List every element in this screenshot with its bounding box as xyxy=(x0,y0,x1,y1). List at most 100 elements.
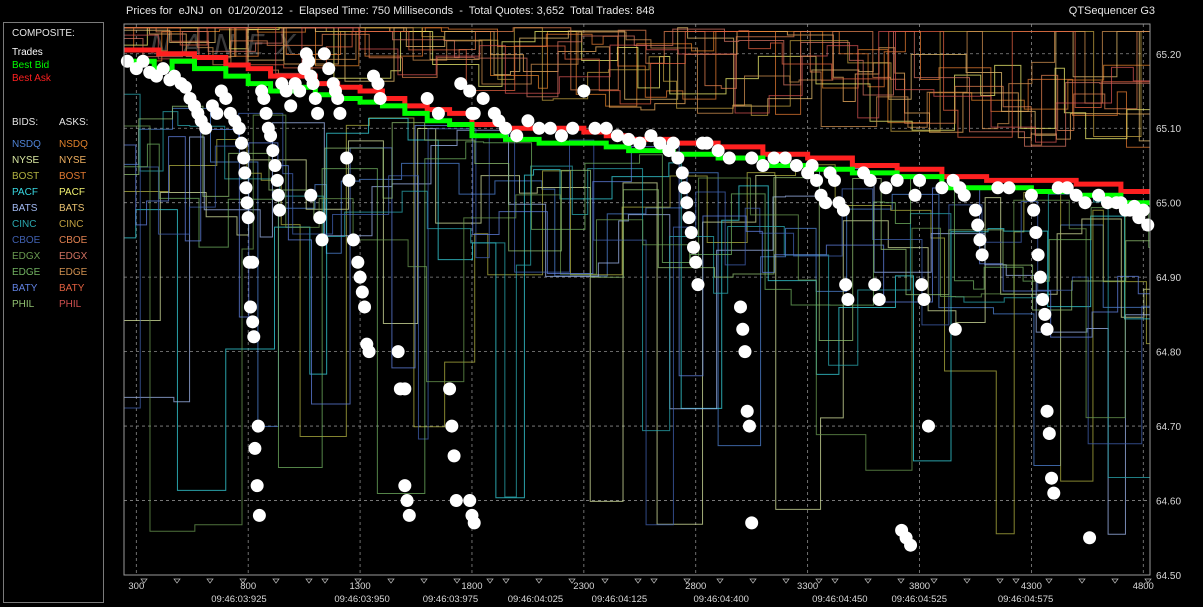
trade-point xyxy=(678,181,692,195)
trade-point xyxy=(420,91,434,105)
axis-marker xyxy=(453,578,461,584)
axis-marker xyxy=(749,578,757,584)
trade-point xyxy=(232,121,246,135)
trade-point xyxy=(1027,203,1041,217)
trade-point xyxy=(740,404,754,418)
trade-point xyxy=(250,479,264,493)
axis-marker xyxy=(864,578,872,584)
trade-point xyxy=(1042,427,1056,441)
trade-point xyxy=(431,106,445,120)
trade-point xyxy=(251,419,265,433)
trade-point xyxy=(398,382,412,396)
trade-point xyxy=(463,494,477,508)
trade-point xyxy=(890,173,904,187)
x-tick-label: 3800 xyxy=(909,581,930,592)
trade-point xyxy=(342,173,356,187)
x-tick-label: 4300 xyxy=(1021,581,1042,592)
trade-point xyxy=(358,300,372,314)
trade-point xyxy=(373,91,387,105)
trade-point xyxy=(689,255,703,269)
trade-point xyxy=(756,158,770,172)
axis-marker xyxy=(716,578,724,584)
trade-point xyxy=(510,129,524,143)
trade-point xyxy=(445,419,459,433)
trade-point xyxy=(1002,181,1016,195)
trade-point xyxy=(1029,225,1043,239)
axis-marker xyxy=(272,578,280,584)
trade-point xyxy=(271,188,285,202)
axis-marker xyxy=(1045,578,1053,584)
trade-point xyxy=(238,166,252,180)
trade-point xyxy=(331,91,345,105)
trade-point xyxy=(449,494,463,508)
trade-point xyxy=(340,151,354,165)
axis-marker xyxy=(206,578,214,584)
trade-point xyxy=(971,218,985,232)
trade-point xyxy=(1033,270,1047,284)
axis-marker xyxy=(650,578,658,584)
trade-point xyxy=(293,84,307,98)
y-tick-label: 64.90 xyxy=(1156,273,1181,284)
time-label: 09:46:04:125 xyxy=(592,594,647,605)
trade-point xyxy=(968,203,982,217)
trade-point xyxy=(467,106,481,120)
trade-point xyxy=(733,300,747,314)
trade-point xyxy=(675,166,689,180)
trade-point xyxy=(1141,218,1155,232)
trade-point xyxy=(908,188,922,202)
trade-point xyxy=(543,121,557,135)
trade-point xyxy=(973,233,987,247)
trade-point xyxy=(346,233,360,247)
trade-point xyxy=(975,248,989,262)
x-tick-label: 1300 xyxy=(350,581,371,592)
trade-point xyxy=(322,62,336,76)
trade-point xyxy=(532,121,546,135)
trade-point xyxy=(935,181,949,195)
trade-point xyxy=(1031,248,1045,262)
trade-point xyxy=(738,345,752,359)
trade-point xyxy=(810,173,824,187)
trade-point xyxy=(736,322,750,336)
y-tick-label: 65.00 xyxy=(1156,199,1181,210)
trade-point xyxy=(863,173,877,187)
trade-point xyxy=(948,322,962,336)
trade-point xyxy=(136,54,150,68)
trade-point xyxy=(239,181,253,195)
trade-point xyxy=(266,144,280,158)
trade-point xyxy=(1045,471,1059,485)
axis-marker xyxy=(782,578,790,584)
trade-point xyxy=(219,91,233,105)
trade-point xyxy=(554,129,568,143)
y-tick-label: 64.70 xyxy=(1156,422,1181,433)
axis-marker xyxy=(831,578,839,584)
trade-point xyxy=(476,91,490,105)
exchange-quote-lines xyxy=(124,27,1150,535)
trade-point xyxy=(355,285,369,299)
trade-point xyxy=(827,173,841,187)
axis-marker xyxy=(996,578,1004,584)
trade-point xyxy=(199,121,213,135)
trade-point xyxy=(767,151,781,165)
trade-point xyxy=(566,121,580,135)
y-tick-label: 64.60 xyxy=(1156,497,1181,508)
trade-point xyxy=(577,84,591,98)
time-label: 09:46:04:575 xyxy=(998,594,1053,605)
y-tick-label: 64.50 xyxy=(1156,571,1181,582)
trade-point xyxy=(917,293,931,306)
axis-marker xyxy=(535,578,543,584)
axis-marker xyxy=(173,578,181,584)
trade-point xyxy=(400,494,414,508)
trade-point xyxy=(252,508,266,522)
y-tick-label: 65.10 xyxy=(1156,124,1181,135)
trade-point xyxy=(391,345,405,359)
trade-point xyxy=(268,158,282,172)
trade-point xyxy=(243,300,257,314)
trade-point xyxy=(684,225,698,239)
trade-point xyxy=(1024,188,1038,202)
trade-point xyxy=(463,84,477,98)
x-tick-label: 300 xyxy=(128,581,144,592)
trade-point xyxy=(588,121,602,135)
trade-point xyxy=(599,121,613,135)
axis-marker xyxy=(1012,578,1020,584)
trade-point xyxy=(499,121,513,135)
